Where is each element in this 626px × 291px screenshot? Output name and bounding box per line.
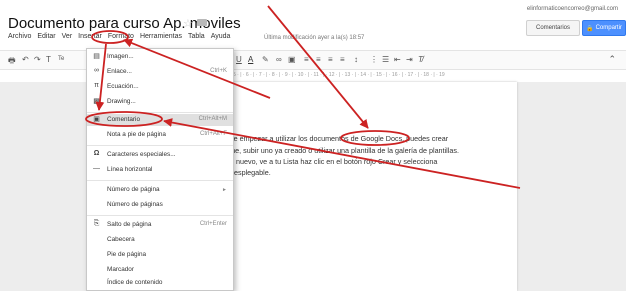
menu-item-footnote[interactable]: Nota a pie de página Ctrl+Alt+F — [87, 129, 233, 141]
pagebreak-icon: ⎘ — [93, 220, 100, 227]
menu-item-bookmark[interactable]: Marcador — [87, 264, 233, 276]
doc-line-3[interactable]: ento nuevo, ve a tu Lista haz clic en el… — [220, 157, 437, 166]
print-icon[interactable]: 🖶 — [8, 55, 16, 69]
comments-button[interactable]: Comentarios — [526, 20, 580, 36]
clear-format-icon[interactable]: T̸ — [418, 55, 423, 64]
hr-icon: — — [93, 165, 100, 172]
menu-item-label: Cabecera — [107, 236, 135, 243]
omega-icon: Ω — [93, 150, 100, 157]
menu-item-equation[interactable]: π Ecuación... — [87, 81, 233, 93]
menu-item-page-count[interactable]: Número de páginas — [87, 199, 233, 211]
menu-archivo[interactable]: Archivo — [8, 33, 31, 40]
align-left-icon[interactable]: ≡ — [304, 55, 309, 64]
menu-item-label: Comentario — [107, 116, 141, 123]
menu-item-label: Número de página — [107, 186, 160, 193]
menu-item-header[interactable]: Cabecera — [87, 234, 233, 246]
align-right-icon[interactable]: ≡ — [328, 55, 333, 64]
doc-line-1[interactable]: os de empezar a utilizar los documentos … — [220, 134, 448, 143]
bulleted-list-icon[interactable]: ☰ — [382, 55, 389, 64]
comment-icon: ▣ — [93, 116, 100, 123]
menu-item-link[interactable]: ∞ Enlace... Ctrl+K — [87, 66, 233, 78]
highlight-color-icon[interactable]: ✎ — [262, 55, 269, 64]
menu-separator — [87, 180, 233, 181]
menu-item-label: Índice de contenido — [107, 279, 163, 286]
lock-icon: 🔒 — [586, 25, 594, 32]
menu-editar[interactable]: Editar — [37, 33, 55, 40]
menu-separator — [87, 112, 233, 113]
menu-item-shortcut: Ctrl+Alt+M — [198, 116, 227, 122]
insert-menu: ▤ Imagen... ∞ Enlace... Ctrl+K π Ecuació… — [86, 48, 234, 291]
align-center-icon[interactable]: ≡ — [316, 55, 321, 64]
increase-indent-icon[interactable]: ⇥ — [406, 55, 413, 64]
paint-format-icon[interactable]: T — [46, 55, 51, 64]
menu-item-image[interactable]: ▤ Imagen... — [87, 51, 233, 63]
menu-item-label: Línea horizontal — [107, 166, 153, 173]
menu-item-comment[interactable]: ▣ Comentario Ctrl+Alt+M — [87, 114, 233, 126]
share-button-label: Compartir — [595, 25, 622, 31]
menu-item-label: Imagen... — [107, 53, 134, 60]
menu-item-label: Nota a pie de página — [107, 131, 166, 138]
menu-item-shortcut: Ctrl+K — [210, 68, 227, 74]
underline-icon[interactable]: U — [236, 55, 242, 64]
menu-item-label: Ecuación... — [107, 83, 139, 90]
menu-item-label: Salto de página — [107, 221, 152, 228]
text-color-icon[interactable]: A — [248, 55, 253, 64]
menu-ver[interactable]: Ver — [62, 33, 73, 40]
menu-separator — [87, 145, 233, 146]
equation-icon: π — [94, 82, 99, 89]
numbered-list-icon[interactable]: ⋮ — [370, 55, 378, 64]
menu-item-table-of-contents[interactable]: Índice de contenido — [87, 277, 233, 289]
menu-item-shortcut: Ctrl+Enter — [199, 221, 227, 227]
menu-item-label: Caracteres especiales... — [107, 151, 176, 158]
line-spacing-icon[interactable]: ↕ — [354, 55, 358, 64]
menu-ayuda[interactable]: Ayuda — [211, 33, 231, 40]
drawing-icon: ▩ — [93, 98, 100, 105]
link-icon: ∞ — [94, 67, 99, 74]
chevron-up-icon[interactable]: ⌃ — [608, 54, 616, 65]
comment-toolbar-icon[interactable]: ▣ — [288, 55, 296, 64]
link-toolbar-icon[interactable]: ∞ — [276, 55, 282, 64]
menu-item-drawing[interactable]: ▩ Drawing... — [87, 96, 233, 108]
ruler[interactable]: 4 · | · 5 · | · 6 · | · 7 · | · 8 · | · … — [220, 72, 516, 79]
menu-item-label: Marcador — [107, 266, 134, 273]
menu-herramientas[interactable]: Herramientas — [140, 33, 182, 40]
last-modified-link[interactable]: Última modificación ayer a la(s) 18:57 — [264, 35, 364, 41]
font-select[interactable]: Te — [58, 56, 64, 62]
submenu-arrow-icon: ► — [222, 187, 227, 193]
menu-item-page-number[interactable]: Número de página ► — [87, 184, 233, 196]
star-icon[interactable]: ☆ — [183, 17, 193, 30]
menu-item-label: Pie de página — [107, 251, 147, 258]
image-icon: ▤ — [93, 53, 100, 60]
menu-insertar[interactable]: Insertar — [78, 33, 102, 40]
menu-bar: Archivo Editar Ver Insertar Formato Herr… — [8, 33, 236, 40]
share-button[interactable]: 🔒 Compartir — [582, 20, 626, 36]
decrease-indent-icon[interactable]: ⇤ — [394, 55, 401, 64]
menu-item-label: Enlace... — [107, 68, 132, 75]
undo-icon[interactable]: ↶ — [22, 55, 29, 64]
menu-separator — [87, 215, 233, 216]
menu-item-footer[interactable]: Pie de página — [87, 249, 233, 261]
comments-button-label: Comentarios — [535, 25, 570, 31]
menu-item-label: Número de páginas — [107, 201, 163, 208]
menu-item-horizontal-line[interactable]: — Línea horizontal — [87, 164, 233, 176]
redo-icon[interactable]: ↷ — [34, 55, 41, 64]
menu-item-page-break[interactable]: ⎘ Salto de página Ctrl+Enter — [87, 219, 233, 231]
justify-icon[interactable]: ≡ — [340, 55, 345, 64]
menu-item-shortcut: Ctrl+Alt+F — [199, 131, 227, 137]
menu-item-special-characters[interactable]: Ω Caracteres especiales... — [87, 149, 233, 161]
menu-formato[interactable]: Formato — [108, 33, 134, 40]
account-email[interactable]: elinformaticoencorreo@gmail.com — [527, 6, 618, 12]
menu-item-label: Drawing... — [107, 98, 136, 105]
folder-icon[interactable] — [197, 19, 207, 26]
menu-tabla[interactable]: Tabla — [188, 33, 205, 40]
doc-line-2[interactable]: online, subir uno ya creado o utilizar u… — [220, 146, 459, 155]
